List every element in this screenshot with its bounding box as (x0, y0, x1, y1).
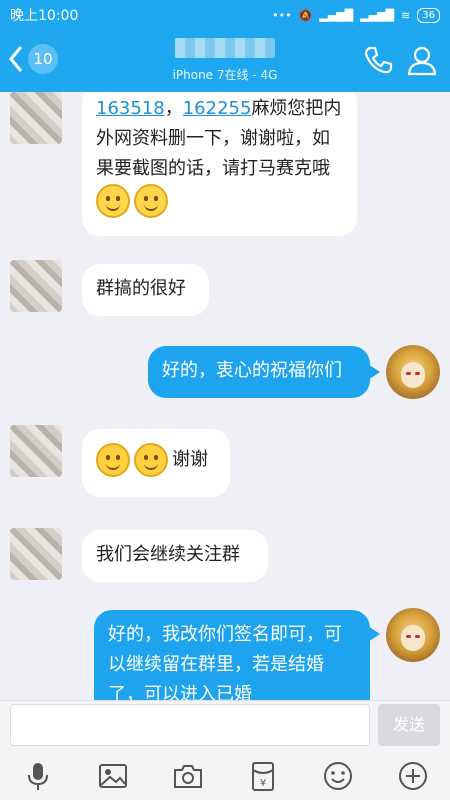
avatar-eye (406, 635, 411, 638)
chat-area[interactable]: 163518，162255麻烦您把内外网资料删一下，谢谢啦，如果要截图的话，请打… (0, 92, 450, 700)
sender-avatar[interactable] (10, 528, 62, 580)
battery-icon: 36 (417, 7, 440, 23)
chat-header: 10 iPhone 7在线 - 4G (0, 30, 450, 92)
sender-avatar[interactable] (10, 260, 62, 312)
phone-call-icon[interactable] (362, 44, 394, 76)
avatar-face (401, 625, 425, 651)
sender-avatar[interactable] (10, 425, 62, 477)
message-bubble-5[interactable]: 我们会继续关注群 (82, 530, 268, 582)
message-bubble-6[interactable]: 好的，我改你们签名即可，可以继续留在群里，若是结婚了，可以进入已婚 (94, 610, 370, 700)
avatar-face (401, 362, 425, 388)
mention-link-1[interactable]: 163518 (96, 98, 165, 119)
smile-emoji-icon (134, 184, 168, 218)
svg-text:¥: ¥ (260, 778, 266, 789)
mute-icon: 🔕 (298, 8, 313, 22)
bubble-tail (368, 364, 380, 380)
message-text: 好的，衷心的祝福你们 (162, 360, 342, 381)
bubble-tail (368, 626, 380, 642)
avatar-eye (406, 372, 411, 375)
input-bar: 发送 (0, 700, 450, 750)
camera-icon[interactable] (172, 760, 204, 792)
message-text: 谢谢 (172, 449, 208, 470)
emoji-icon[interactable] (322, 760, 354, 792)
message-text: ， (164, 98, 183, 119)
message-bubble-1[interactable]: 163518，162255麻烦您把内外网资料删一下，谢谢啦，如果要截图的话，请打… (82, 92, 357, 236)
sender-avatar[interactable] (10, 92, 62, 144)
blush-emoji-icon (134, 443, 168, 477)
smile-emoji-icon (96, 184, 130, 218)
message-text: 好的，我改你们签名即可，可以继续留在群里，若是结婚了，可以进入已婚 (108, 624, 342, 700)
message-text: 群搞的很好 (96, 278, 186, 299)
contact-profile-icon[interactable] (406, 44, 438, 76)
red-packet-icon[interactable]: ¥ (247, 760, 279, 792)
more-dots-icon: ••• (272, 8, 292, 22)
input-toolbar: ¥ (0, 750, 450, 800)
message-text: 我们会继续关注群 (96, 544, 240, 565)
status-icons: ••• 🔕 ▂▄▆█ ▂▄▆█ ≋ 36 (272, 7, 440, 23)
my-avatar[interactable] (386, 608, 440, 662)
status-time: 晚上10:00 (10, 8, 79, 24)
plus-icon[interactable] (397, 760, 429, 792)
wifi-icon: ≋ (401, 8, 411, 22)
image-icon[interactable] (97, 760, 129, 792)
signal-2-icon: ▂▄▆█ (360, 8, 395, 22)
avatar-eye (415, 635, 420, 638)
avatar-eye (415, 372, 420, 375)
message-input[interactable] (10, 704, 370, 746)
message-bubble-4[interactable]: 谢谢 (82, 429, 230, 497)
my-avatar[interactable] (386, 345, 440, 399)
send-button[interactable]: 发送 (378, 704, 440, 746)
microphone-icon[interactable] (22, 760, 54, 792)
message-bubble-2[interactable]: 群搞的很好 (82, 264, 209, 316)
message-bubble-3[interactable]: 好的，衷心的祝福你们 (148, 346, 370, 398)
status-bar: 晚上10:00 ••• 🔕 ▂▄▆█ ▂▄▆█ ≋ 36 (0, 0, 450, 30)
contact-name-pixelated (175, 38, 275, 58)
blush-emoji-icon (96, 443, 130, 477)
signal-icon: ▂▄▆█ (319, 8, 354, 22)
mention-link-2[interactable]: 162255 (183, 98, 252, 119)
